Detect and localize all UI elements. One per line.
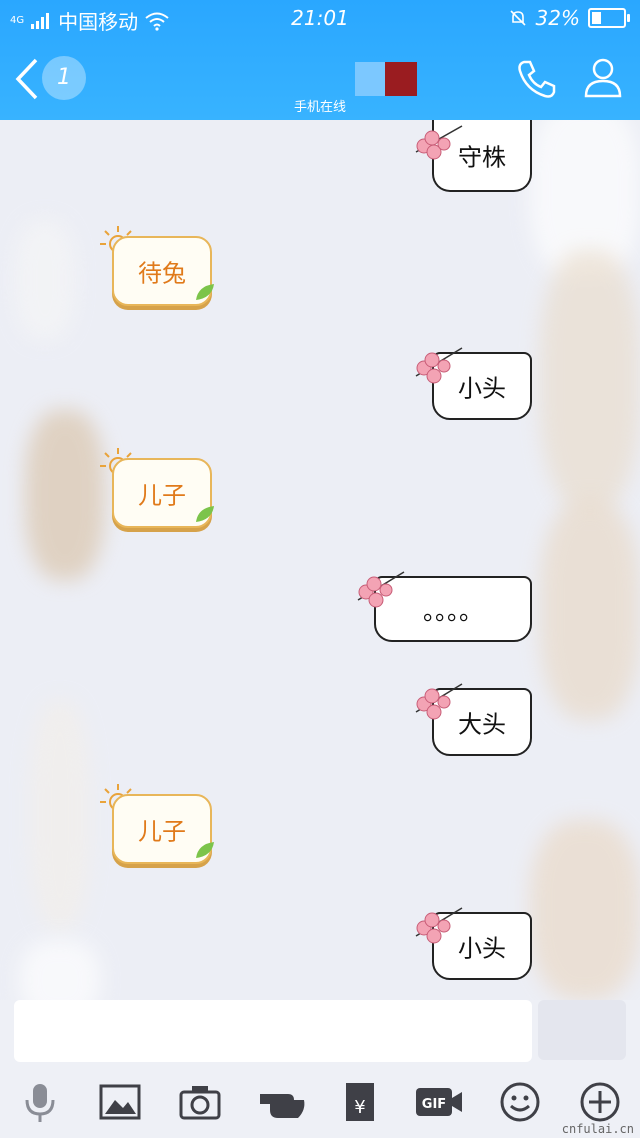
contact-avatar-redacted-blue bbox=[355, 62, 385, 96]
svg-text:¥: ¥ bbox=[354, 1097, 365, 1118]
gif-icon[interactable]: GIF bbox=[414, 1080, 464, 1124]
send-area[interactable] bbox=[538, 1000, 626, 1060]
nav-bar: 1 手机在线 bbox=[0, 40, 640, 120]
plus-icon[interactable] bbox=[578, 1080, 622, 1124]
profile-icon[interactable] bbox=[580, 54, 626, 100]
unread-count-badge[interactable]: 1 bbox=[42, 56, 86, 100]
mic-icon[interactable] bbox=[18, 1080, 62, 1124]
image-icon[interactable] bbox=[98, 1080, 142, 1124]
battery-percent: 32% bbox=[535, 6, 580, 30]
background-paint-blob bbox=[15, 220, 75, 340]
online-status: 手机在线 bbox=[293, 100, 346, 115]
poke-icon[interactable] bbox=[258, 1080, 308, 1124]
message-input[interactable] bbox=[14, 1000, 532, 1062]
status-bar: 4G 中国移动 21:01 32% bbox=[0, 0, 640, 34]
phone-call-icon[interactable] bbox=[514, 56, 560, 102]
background-paint-blob bbox=[540, 500, 640, 720]
contact-avatar-redacted-red bbox=[385, 62, 417, 96]
message-outgoing[interactable]: 守株 bbox=[410, 120, 535, 196]
svg-text:GIF: GIF bbox=[422, 1097, 446, 1112]
message-bubble: 待兔 bbox=[112, 236, 214, 306]
emoji-icon[interactable] bbox=[498, 1080, 542, 1124]
watermark: cnfulai.cn bbox=[561, 1122, 634, 1136]
background-paint-blob bbox=[25, 410, 105, 580]
peach-blossom-icon bbox=[415, 347, 463, 384]
message-incoming[interactable]: 儿子 bbox=[98, 782, 222, 872]
leaf-sticker-icon bbox=[196, 842, 214, 858]
message-bubble: 儿子 bbox=[112, 458, 214, 528]
leaf-sticker-icon bbox=[196, 284, 214, 300]
camera-icon[interactable] bbox=[178, 1080, 222, 1124]
peach-blossom-icon bbox=[415, 125, 463, 160]
peach-blossom-icon bbox=[415, 683, 463, 720]
message-incoming[interactable]: 儿子 bbox=[98, 446, 222, 536]
background-paint-blob bbox=[540, 250, 640, 510]
battery-icon bbox=[588, 8, 630, 28]
leaf-sticker-icon bbox=[196, 506, 214, 522]
chat-header: 4G 中国移动 21:01 32% 1 手机在线 bbox=[0, 0, 640, 120]
message-outgoing[interactable]: 小头 bbox=[410, 902, 535, 982]
red-envelope-icon[interactable]: ¥ bbox=[338, 1080, 382, 1124]
mute-bell-icon bbox=[509, 10, 526, 26]
chat-area[interactable]: 守株 待兔 小头 儿子 。。。。 大头 儿子 小头 bbox=[0, 120, 640, 1000]
chevron-left-icon bbox=[15, 58, 38, 100]
background-paint-blob bbox=[20, 940, 100, 1000]
status-right: 32% bbox=[508, 6, 630, 30]
message-outgoing[interactable]: 大头 bbox=[410, 678, 535, 758]
input-bar: ¥ GIF cnfulai.cn bbox=[0, 1000, 640, 1138]
background-paint-blob bbox=[530, 820, 640, 1000]
message-outgoing[interactable]: 。。。。 bbox=[352, 566, 535, 642]
peach-blossom-icon bbox=[415, 907, 463, 944]
background-paint-blob bbox=[30, 700, 90, 930]
message-outgoing[interactable]: 小头 bbox=[410, 342, 535, 422]
message-incoming[interactable]: 待兔 bbox=[98, 224, 222, 314]
message-bubble: 儿子 bbox=[112, 794, 214, 864]
peach-blossom-icon bbox=[357, 571, 405, 608]
